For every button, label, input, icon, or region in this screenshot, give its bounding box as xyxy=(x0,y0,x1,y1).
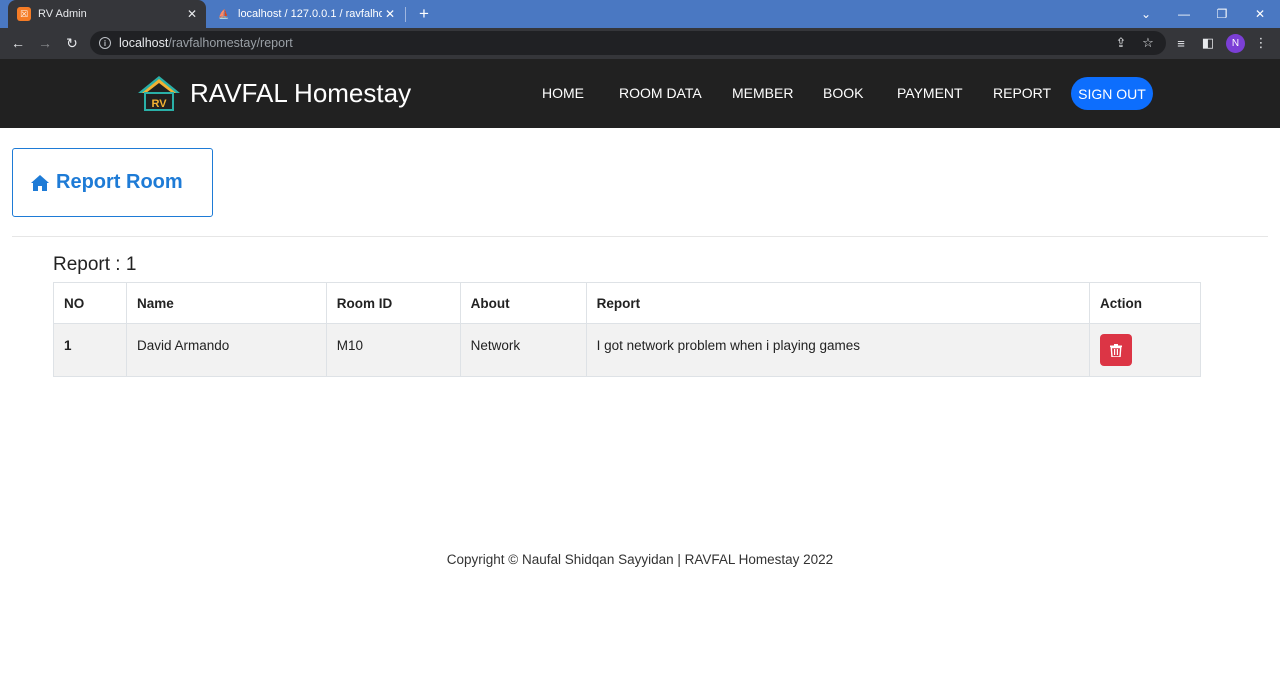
media-queue-icon[interactable]: ≡ xyxy=(1172,34,1190,52)
report-count: Report : 1 xyxy=(53,254,137,275)
nav-payment[interactable]: PAYMENT xyxy=(897,85,963,101)
table-header-row: NO Name Room ID About Report Action xyxy=(53,282,1201,324)
site-info-icon[interactable]: i xyxy=(99,37,111,49)
sign-out-button[interactable]: SIGN OUT xyxy=(1071,77,1153,110)
page-title: Report Room xyxy=(56,171,183,193)
close-tab-icon[interactable]: ✕ xyxy=(184,6,200,22)
brand[interactable]: RV RAVFAL Homestay xyxy=(136,73,411,113)
header-name: Name xyxy=(125,282,327,324)
back-icon[interactable]: ← xyxy=(8,33,28,53)
nav-report[interactable]: REPORT xyxy=(993,85,1051,101)
browser-tab-bar: ☒ RV Admin ✕ ⛵ localhost / 127.0.0.1 / r… xyxy=(0,0,1280,28)
nav-home[interactable]: HOME xyxy=(542,85,584,101)
svg-text:RV: RV xyxy=(151,98,167,110)
table-row: 1 David Armando M10 Network I got networ… xyxy=(53,323,1201,377)
cell-name: David Armando xyxy=(125,323,327,377)
delete-button[interactable] xyxy=(1100,334,1133,366)
close-window-icon[interactable]: ✕ xyxy=(1250,4,1270,24)
header-about: About xyxy=(459,282,587,324)
tab-title: localhost / 127.0.0.1 / ravfalhome xyxy=(238,8,382,20)
header-report: Report xyxy=(585,282,1091,324)
cell-no: 1 xyxy=(53,323,127,377)
browser-toolbar: ← → ↻ i localhost/ravfalhomestay/report … xyxy=(0,28,1280,59)
report-table: NO Name Room ID About Report Action 1 Da… xyxy=(53,282,1201,377)
bookmark-star-icon[interactable]: ☆ xyxy=(1139,34,1157,52)
side-panel-icon[interactable]: ◧ xyxy=(1199,34,1217,52)
xampp-favicon-icon: ☒ xyxy=(17,7,31,21)
profile-avatar[interactable]: N xyxy=(1226,34,1245,53)
browser-tab-rv-admin[interactable]: ☒ RV Admin ✕ xyxy=(8,0,206,28)
home-icon xyxy=(31,174,49,191)
trash-icon xyxy=(1110,343,1123,357)
tab-search-icon[interactable]: ⌄ xyxy=(1136,4,1156,24)
tab-separator xyxy=(405,7,406,22)
forward-icon[interactable]: → xyxy=(35,33,55,53)
cell-action xyxy=(1089,323,1201,377)
cell-report: I got network problem when i playing gam… xyxy=(585,323,1091,377)
browser-tab-phpmyadmin[interactable]: ⛵ localhost / 127.0.0.1 / ravfalhome ✕ xyxy=(208,0,404,28)
site-navbar: RV RAVFAL Homestay HOME ROOM DATA MEMBER… xyxy=(0,59,1280,128)
nav-room-data[interactable]: ROOM DATA xyxy=(619,85,702,101)
logo-icon: RV xyxy=(138,76,180,111)
phpmyadmin-favicon-icon: ⛵ xyxy=(218,8,230,19)
divider xyxy=(12,236,1268,237)
share-icon[interactable]: ⇪ xyxy=(1112,34,1130,52)
brand-name: RAVFAL Homestay xyxy=(190,77,412,108)
nav-member[interactable]: MEMBER xyxy=(732,85,793,101)
url-text[interactable]: localhost/ravfalhomestay/report xyxy=(119,36,293,50)
minimize-icon[interactable]: — xyxy=(1174,4,1194,24)
address-bar[interactable]: i localhost/ravfalhomestay/report xyxy=(90,31,1166,55)
restore-icon[interactable]: ❐ xyxy=(1212,4,1232,24)
cell-room-id: M10 xyxy=(325,323,461,377)
header-action: Action xyxy=(1089,282,1201,324)
header-room-id: Room ID xyxy=(325,282,461,324)
header-no: NO xyxy=(53,282,127,324)
cell-about: Network xyxy=(459,323,587,377)
more-menu-icon[interactable]: ⋮ xyxy=(1252,34,1270,52)
new-tab-icon[interactable]: + xyxy=(414,4,434,24)
nav-book[interactable]: BOOK xyxy=(823,85,863,101)
close-tab-icon[interactable]: ✕ xyxy=(382,6,398,22)
reload-icon[interactable]: ↻ xyxy=(62,33,82,53)
footer-copyright: Copyright © Naufal Shidqan Sayyidan | RA… xyxy=(446,552,834,567)
tab-title: RV Admin xyxy=(38,8,87,20)
page-title-card: Report Room xyxy=(12,148,213,217)
